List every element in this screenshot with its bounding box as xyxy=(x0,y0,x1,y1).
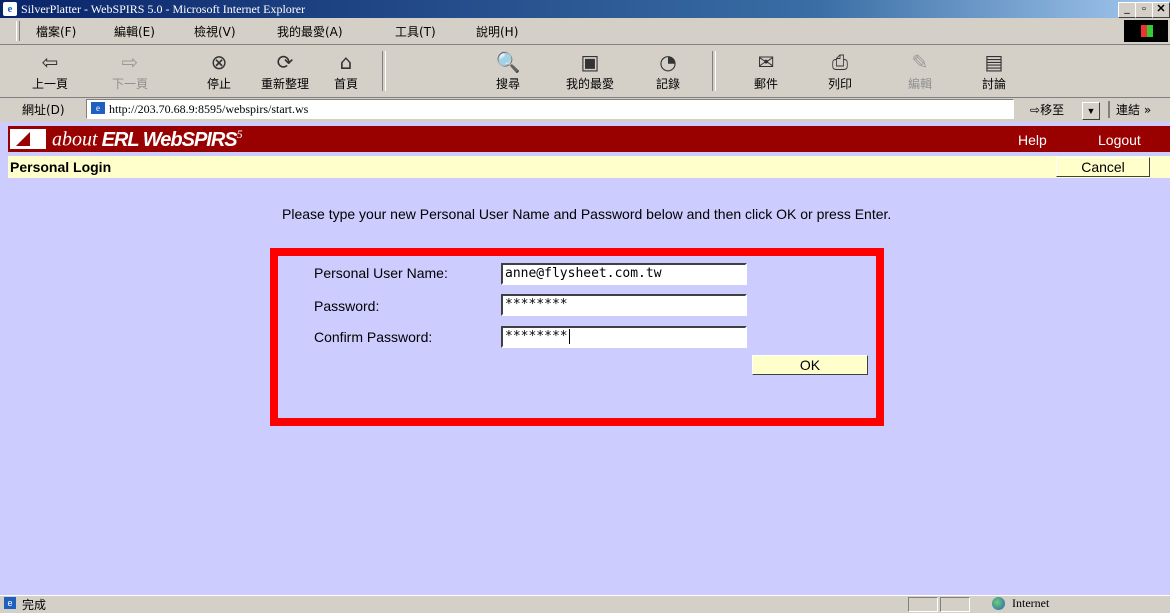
discuss-icon: ▤ xyxy=(984,50,1004,74)
text-cursor xyxy=(568,329,570,344)
stop-icon: ⊗ xyxy=(210,50,228,74)
favorites-icon: ▣ xyxy=(580,50,600,74)
username-label: Personal User Name: xyxy=(314,265,448,281)
title-bar: e SilverPlatter - WebSPIRS 5.0 - Microsof… xyxy=(0,0,1170,18)
address-input[interactable]: e http://203.70.68.9:8595/webspirs/start.… xyxy=(86,99,1100,120)
app-header: about ERL WebSPIRS5 Help Logout xyxy=(8,126,1170,152)
forward-arrow-icon: ⇨ xyxy=(121,50,139,74)
username-input[interactable]: anne@flysheet.com.tw xyxy=(501,263,747,285)
help-link[interactable]: Help xyxy=(1018,132,1047,148)
password-input[interactable]: ******** xyxy=(501,294,747,316)
refresh-icon: ⟳ xyxy=(276,50,294,74)
menu-file[interactable]: 檔案(F) xyxy=(36,23,76,40)
go-button[interactable]: ⇨移至 xyxy=(1030,101,1064,118)
history-icon: ◔ xyxy=(659,50,677,74)
go-arrow-icon: ⇨ xyxy=(1030,103,1041,117)
menu-tools[interactable]: 工具(T) xyxy=(395,23,436,40)
address-bar: 網址(D) e http://203.70.68.9:8595/webspirs/… xyxy=(0,98,1170,120)
minimize-button[interactable]: _ xyxy=(1118,2,1136,18)
page-icon: e xyxy=(91,102,105,114)
address-dropdown-icon[interactable]: ▼ xyxy=(1082,102,1100,120)
favorites-button[interactable]: ▣ 我的最愛 xyxy=(555,47,625,92)
menu-view[interactable]: 檢視(V) xyxy=(194,23,236,40)
menu-favorites[interactable]: 我的最愛(A) xyxy=(277,23,343,40)
toolbar-grip xyxy=(16,21,20,41)
restore-button[interactable]: ▫ xyxy=(1135,2,1153,18)
mail-button[interactable]: ✉ 郵件 xyxy=(738,47,794,92)
page-title: Personal Login xyxy=(10,159,112,175)
menu-help[interactable]: 說明(H) xyxy=(476,23,518,40)
address-url: http://203.70.68.9:8595/webspirs/start.w… xyxy=(109,102,309,116)
ie-icon: e xyxy=(3,2,17,16)
confirm-password-input[interactable]: ******** xyxy=(501,326,747,348)
logout-link[interactable]: Logout xyxy=(1098,132,1141,148)
page-header: Personal Login Cancel xyxy=(8,156,1170,178)
stop-button[interactable]: ⊗ 停止 xyxy=(191,47,247,92)
ok-button[interactable]: OK xyxy=(752,355,868,375)
print-button[interactable]: ⎙ 列印 xyxy=(812,47,868,92)
cancel-button[interactable]: Cancel xyxy=(1056,157,1150,177)
back-arrow-icon: ⇦ xyxy=(41,50,59,74)
toolbar: ⇦ 上一頁 ⇨ 下一頁 ⊗ 停止 ⟳ 重新整理 ⌂ 首頁 🔍 搜尋 ▣ 我的最愛 ◔ 記錄 ✉ 郵… xyxy=(0,45,1170,98)
page-content: about ERL WebSPIRS5 Help Logout Personal … xyxy=(0,122,1170,595)
links-button[interactable]: 連結 » xyxy=(1108,101,1151,118)
security-zone: Internet xyxy=(1012,596,1050,610)
status-text: 完成 xyxy=(22,598,47,612)
history-button[interactable]: ◔ 記錄 xyxy=(640,47,696,92)
confirm-password-label: Confirm Password: xyxy=(314,329,433,345)
page-status-icon: e xyxy=(4,597,16,609)
discuss-button[interactable]: ▤ 討論 xyxy=(966,47,1022,92)
print-icon: ⎙ xyxy=(832,50,848,74)
window-title: SilverPlatter - WebSPIRS 5.0 - Microsoft… xyxy=(21,2,306,16)
brand-logo: about ERL WebSPIRS5 xyxy=(52,127,243,151)
status-bar: e 完成 Internet xyxy=(0,595,1170,612)
menu-bar: 檔案(F) 編輯(E) 檢視(V) 我的最愛(A) 工具(T) 說明(H) xyxy=(0,18,1170,45)
edit-icon: ✎ xyxy=(911,50,929,74)
internet-globe-icon xyxy=(992,597,1005,610)
toolbar-separator xyxy=(712,51,716,91)
close-button[interactable]: ✕ xyxy=(1152,2,1170,18)
search-button[interactable]: 🔍 搜尋 xyxy=(480,47,536,92)
password-label: Password: xyxy=(314,298,380,314)
mail-icon: ✉ xyxy=(757,50,775,74)
menu-edit[interactable]: 編輯(E) xyxy=(114,23,155,40)
forward-button[interactable]: ⇨ 下一頁 xyxy=(102,47,158,92)
edit-button[interactable]: ✎ 編輯 xyxy=(892,47,948,92)
instructions-text: Please type your new Personal User Name … xyxy=(282,206,892,222)
refresh-button[interactable]: ⟳ 重新整理 xyxy=(250,47,320,92)
windows-logo-icon xyxy=(1124,20,1168,42)
toolbar-separator xyxy=(382,51,386,91)
search-icon: 🔍 xyxy=(495,50,521,74)
home-icon: ⌂ xyxy=(339,50,353,74)
back-button[interactable]: ⇦ 上一頁 xyxy=(22,47,78,92)
home-button[interactable]: ⌂ 首頁 xyxy=(318,47,374,92)
address-label: 網址(D) xyxy=(22,103,65,117)
silverplatter-logo-icon xyxy=(10,129,46,149)
